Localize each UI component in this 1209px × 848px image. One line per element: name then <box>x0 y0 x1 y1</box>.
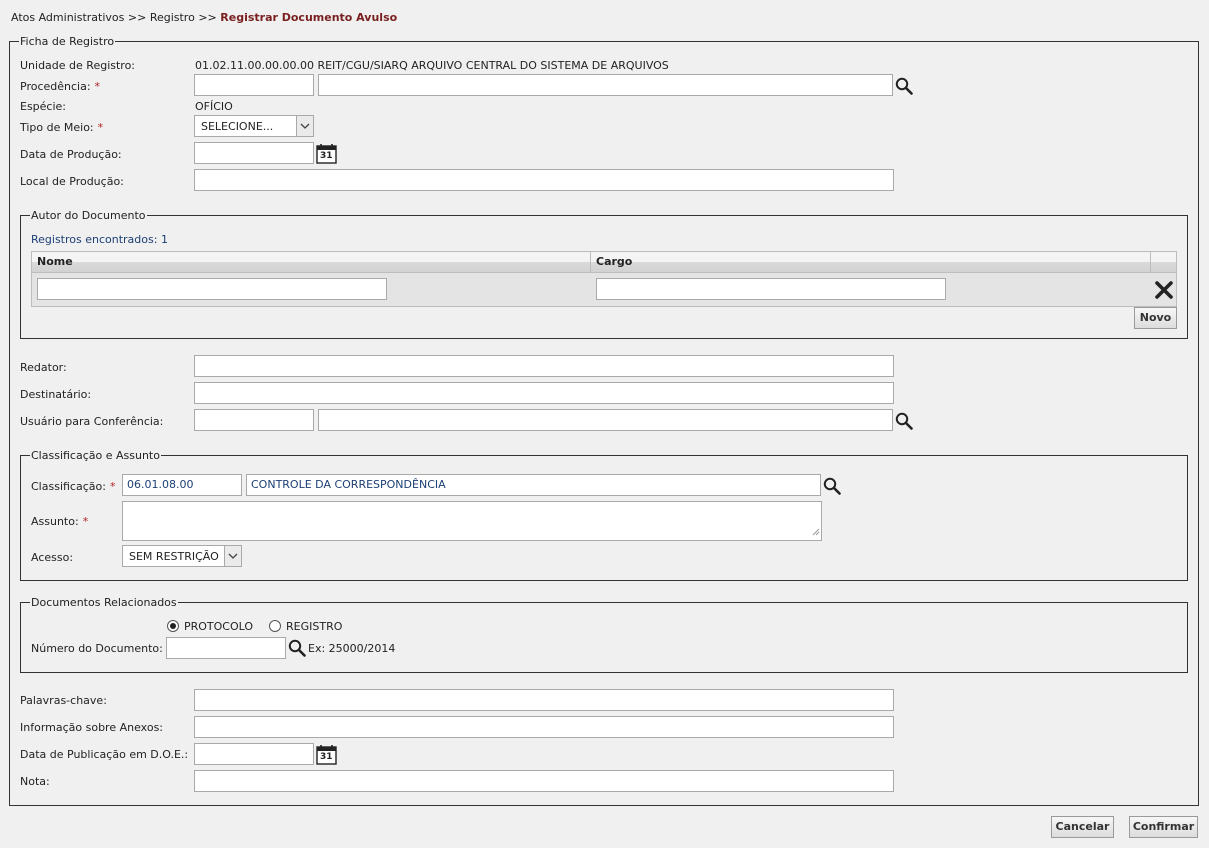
usuario-conferencia-code-input[interactable] <box>194 409 314 431</box>
resize-handle-icon[interactable] <box>812 526 820 539</box>
calendar-day: 31 <box>320 151 333 161</box>
redator-input[interactable] <box>194 355 894 377</box>
documentos-relacionados-legend: Documentos Relacionados <box>30 596 178 609</box>
classificacao-label: Classificação: * <box>31 480 116 493</box>
classificacao-code-input[interactable]: 06.01.08.00 <box>122 474 242 496</box>
acesso-label: Acesso: <box>31 551 74 564</box>
nota-input[interactable] <box>194 770 894 792</box>
autor-documento-legend: Autor do Documento <box>30 209 147 222</box>
radio-protocolo[interactable] <box>167 620 179 632</box>
required-mark: * <box>97 121 104 134</box>
procedencia-name-input[interactable] <box>318 74 893 96</box>
radio-protocolo-label[interactable]: PROTOCOLO <box>184 620 253 633</box>
assunto-label: Assunto: * <box>31 515 89 528</box>
data-producao-label: Data de Produção: <box>20 148 122 161</box>
destinatario-label: Destinatário: <box>20 388 92 401</box>
numero-documento-example: Ex: 25000/2014 <box>308 642 396 655</box>
breadcrumb-current: Registrar Documento Avulso <box>220 11 398 24</box>
assunto-textarea[interactable] <box>122 501 822 541</box>
search-icon[interactable] <box>895 412 913 430</box>
autor-table-header: Nome Cargo <box>32 252 1176 273</box>
radio-registro-label[interactable]: REGISTRO <box>286 620 342 633</box>
usuario-conferencia-label: Usuário para Conferência: <box>20 415 164 428</box>
unidade-value: 01.02.11.00.00.00.00 REIT/CGU/SIARQ ARQU… <box>195 59 669 72</box>
col-nome-header: Nome <box>32 252 591 272</box>
autor-cargo-input[interactable] <box>596 278 946 300</box>
autor-nome-input[interactable] <box>37 278 387 300</box>
breadcrumb-registro[interactable]: Registro <box>150 11 195 24</box>
calendar-icon[interactable]: 31 <box>316 143 337 164</box>
chevron-down-icon <box>224 546 241 566</box>
breadcrumb: Atos Administrativos >> Registro >> Regi… <box>11 11 397 24</box>
numero-documento-input[interactable] <box>166 637 286 659</box>
classificacao-legend: Classificação e Assunto <box>30 449 161 462</box>
tipo-meio-label: Tipo de Meio: * <box>20 121 104 134</box>
search-icon[interactable] <box>895 77 913 95</box>
unidade-label: Unidade de Registro: <box>20 59 136 72</box>
local-producao-label: Local de Produção: <box>20 175 124 188</box>
ficha-registro-legend: Ficha de Registro <box>19 35 116 48</box>
procedencia-code-input[interactable] <box>194 74 314 96</box>
especie-value: OFÍCIO <box>195 100 233 113</box>
chevron-down-icon <box>296 116 313 136</box>
tipo-meio-selected: SELECIONE... <box>201 120 274 133</box>
close-icon[interactable] <box>1155 281 1173 302</box>
breadcrumb-atos[interactable]: Atos Administrativos <box>11 11 124 24</box>
col-cargo-header: Cargo <box>591 252 1151 272</box>
cancel-button[interactable]: Cancelar <box>1051 816 1114 838</box>
numero-documento-label: Número do Documento: <box>31 642 163 655</box>
palavras-chave-label: Palavras-chave: <box>20 694 107 707</box>
calendar-day: 31 <box>320 752 333 762</box>
tipo-meio-select[interactable]: SELECIONE... <box>194 115 314 137</box>
required-mark: * <box>94 80 101 93</box>
redator-label: Redator: <box>20 361 67 374</box>
data-producao-input[interactable] <box>194 142 314 164</box>
calendar-icon[interactable]: 31 <box>316 744 337 765</box>
data-publicacao-label: Data de Publicação em D.O.E.: <box>20 748 189 761</box>
breadcrumb-separator: >> <box>127 11 147 24</box>
required-mark: * <box>82 515 89 528</box>
usuario-conferencia-name-input[interactable] <box>318 409 893 431</box>
search-icon[interactable] <box>823 477 841 495</box>
acesso-selected: SEM RESTRIÇÃO <box>129 550 219 563</box>
especie-label: Espécie: <box>20 100 67 113</box>
anexos-label: Informação sobre Anexos: <box>20 721 164 734</box>
destinatario-input[interactable] <box>194 382 894 404</box>
breadcrumb-separator: >> <box>198 11 217 24</box>
novo-autor-button[interactable]: Novo <box>1134 307 1177 329</box>
confirm-button[interactable]: Confirmar <box>1129 816 1198 838</box>
acesso-select[interactable]: SEM RESTRIÇÃO <box>122 545 242 567</box>
required-mark: * <box>109 480 116 493</box>
local-producao-input[interactable] <box>194 169 894 191</box>
data-publicacao-input[interactable] <box>194 743 314 765</box>
anexos-input[interactable] <box>194 716 894 738</box>
search-icon[interactable] <box>288 639 306 657</box>
nota-label: Nota: <box>20 775 50 788</box>
classificacao-description-input[interactable]: CONTROLE DA CORRESPONDÊNCIA <box>246 474 821 496</box>
radio-registro[interactable] <box>269 620 281 632</box>
palavras-chave-input[interactable] <box>194 689 894 711</box>
registros-encontrados: Registros encontrados: 1 <box>31 233 168 246</box>
procedencia-label: Procedência: * <box>20 80 101 93</box>
